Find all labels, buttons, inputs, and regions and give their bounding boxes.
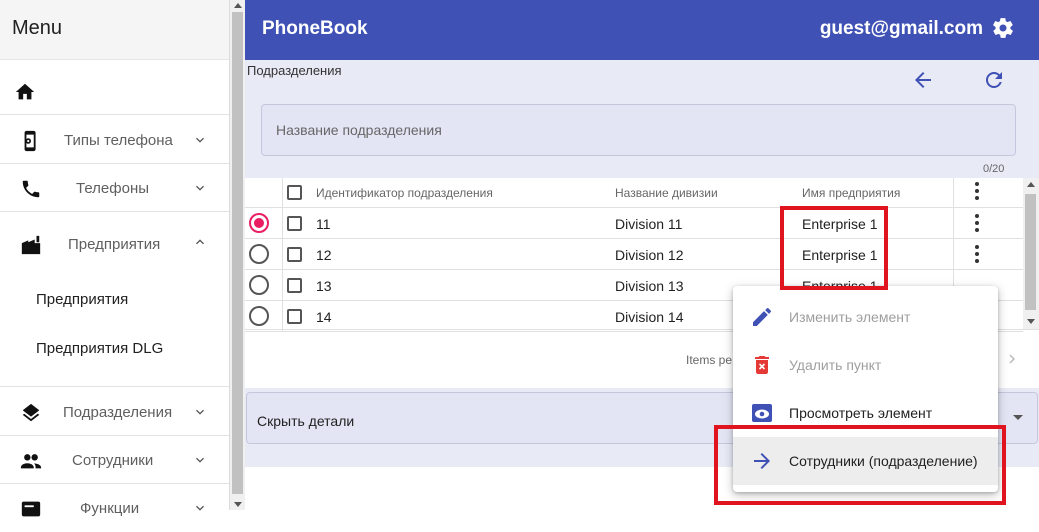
phone-settings-icon <box>24 130 36 152</box>
row-radio[interactable] <box>249 213 269 233</box>
phone-icon <box>22 180 40 198</box>
row-radio[interactable] <box>249 306 269 326</box>
layers-icon <box>22 403 40 422</box>
column-header-id[interactable]: Идентификатор подразделения <box>316 186 493 200</box>
home-icon <box>15 83 35 100</box>
row-checkbox[interactable] <box>287 216 302 231</box>
table-scrollbar[interactable] <box>1023 178 1039 329</box>
sidebar-item-home[interactable] <box>0 61 229 115</box>
sidebar-item-phone-types[interactable]: Типы телефона <box>0 116 229 164</box>
row-menu-icon[interactable] <box>975 214 979 232</box>
row-checkbox[interactable] <box>287 309 302 324</box>
menu-item-edit[interactable]: Изменить элемент <box>733 293 998 341</box>
table-row[interactable]: 11 Division 11 Enterprise 1 <box>245 208 1023 239</box>
sidebar-item-functions[interactable]: Функции <box>0 484 229 532</box>
sidebar-item-label: Подразделения <box>63 404 173 421</box>
gear-icon[interactable] <box>991 16 1015 40</box>
sidebar-item-label: Предприятия <box>68 236 161 253</box>
row-radio[interactable] <box>249 244 269 264</box>
sidebar-item-phones[interactable]: Телефоны <box>0 164 229 212</box>
chevron-down-icon <box>196 409 204 415</box>
sidebar-item-label: Функции <box>80 500 140 517</box>
row-menu-icon[interactable] <box>975 245 979 263</box>
division-name-field[interactable] <box>261 104 1016 156</box>
sidebar: Menu Типы телефона Телефоны Предприятия … <box>0 0 229 517</box>
arrow-back-icon[interactable] <box>911 68 935 92</box>
app-toolbar: PhoneBook guest@gmail.com <box>245 0 1039 60</box>
user-email[interactable]: guest@gmail.com <box>820 18 983 40</box>
menu-title: Menu <box>0 0 229 60</box>
page-title: Подразделения <box>247 63 342 78</box>
items-per-page-label: Items pe <box>686 353 733 367</box>
table-row[interactable]: 12 Division 12 Enterprise 1 <box>245 239 1023 270</box>
select-all-checkbox[interactable] <box>287 185 302 200</box>
menu-item-label: Изменить элемент <box>789 309 911 325</box>
row-radio[interactable] <box>249 275 269 295</box>
sidebar-item-label: Телефоны <box>76 180 150 197</box>
pencil-icon <box>753 308 771 326</box>
sidebar-item-label: Сотрудники <box>72 452 154 469</box>
menu-item-label: Удалить пункт <box>789 357 882 373</box>
eye-icon <box>752 404 772 422</box>
scroll-down-arrow-icon[interactable] <box>1027 319 1035 324</box>
column-header-enterprise[interactable]: Имя предприятия <box>802 186 900 200</box>
chevron-up-icon <box>196 239 204 245</box>
function-card-icon <box>21 501 41 517</box>
chevron-down-icon <box>196 505 204 511</box>
scroll-up-arrow-icon[interactable] <box>234 3 242 8</box>
chevron-down-icon <box>196 457 204 463</box>
cell-id: 14 <box>316 309 332 325</box>
trash-icon <box>755 356 769 374</box>
menu-item-delete[interactable]: Удалить пункт <box>733 341 998 389</box>
scroll-up-arrow-icon[interactable] <box>1027 182 1035 187</box>
cell-division: Division 13 <box>615 278 684 294</box>
details-toggle-label: Скрыть детали <box>257 413 355 429</box>
cell-id: 11 <box>316 216 331 232</box>
factory-icon <box>21 235 41 255</box>
column-header-division[interactable]: Название дивизии <box>615 186 718 200</box>
row-checkbox[interactable] <box>287 247 302 262</box>
app-title: PhoneBook <box>262 18 368 39</box>
sidebar-item-enterprises[interactable]: Предприятия <box>0 212 229 276</box>
chevron-down-icon <box>196 185 204 191</box>
table-header-row: Идентификатор подразделения Название див… <box>245 178 1023 208</box>
sidebar-scrollbar[interactable] <box>229 0 245 510</box>
division-name-input[interactable] <box>262 105 1015 155</box>
scrollbar-thumb[interactable] <box>1025 194 1036 310</box>
char-counter: 0/20 <box>983 163 1005 175</box>
row-checkbox[interactable] <box>287 278 302 293</box>
sidebar-item-employees[interactable]: Сотрудники <box>0 436 229 484</box>
sidebar-item-divisions[interactable]: Подразделения <box>0 388 229 436</box>
cell-id: 12 <box>316 247 332 263</box>
cell-id: 13 <box>316 278 332 294</box>
cell-division: Division 14 <box>615 309 684 325</box>
chevron-right-icon[interactable] <box>1003 350 1021 368</box>
sidebar-subitem-enterprises[interactable]: Предприятия <box>36 291 128 308</box>
cell-division: Division 12 <box>615 247 684 263</box>
caret-down-icon <box>1013 415 1023 420</box>
sidebar-item-label: Типы телефона <box>64 132 173 149</box>
scroll-down-arrow-icon[interactable] <box>234 502 242 507</box>
cell-division: Division 11 <box>615 216 683 232</box>
divider <box>0 386 229 387</box>
highlight-box <box>714 425 1006 505</box>
highlight-box <box>780 206 888 290</box>
scrollbar-thumb[interactable] <box>232 12 243 494</box>
people-icon <box>20 454 42 469</box>
refresh-icon[interactable] <box>982 68 1006 92</box>
sidebar-subitem-enterprises-dlg[interactable]: Предприятия DLG <box>36 340 163 357</box>
chevron-down-icon <box>196 137 204 143</box>
menu-item-label: Просмотреть элемент <box>789 405 933 421</box>
column-menu-icon[interactable] <box>975 182 979 200</box>
